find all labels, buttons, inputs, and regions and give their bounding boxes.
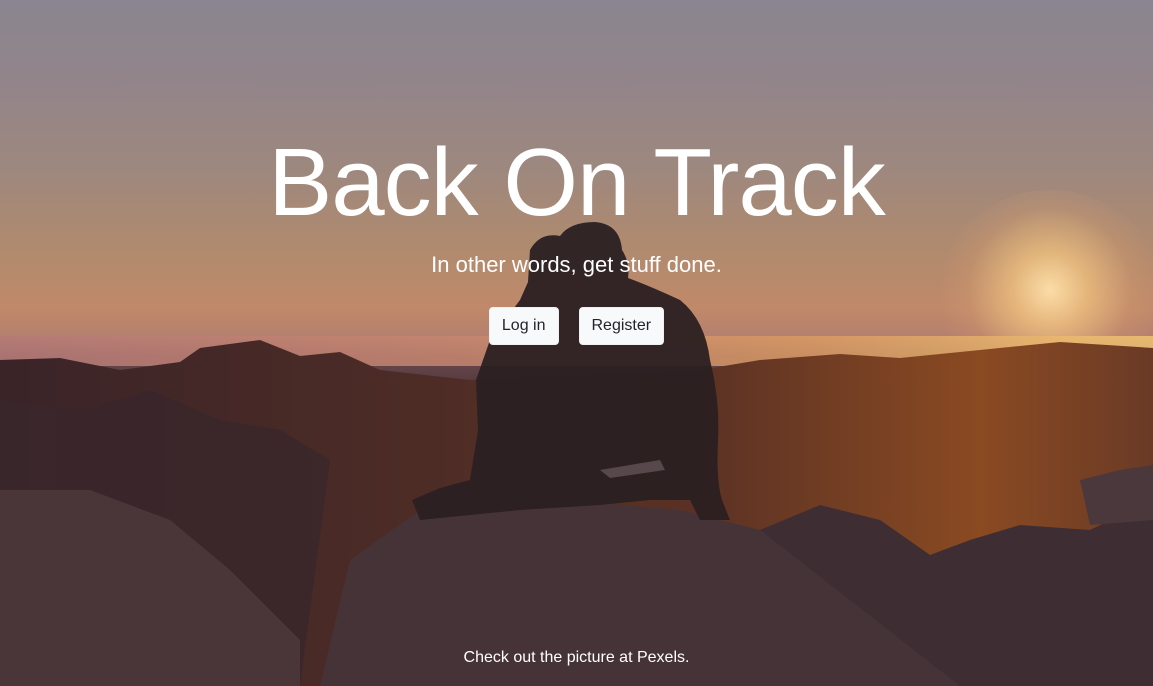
photo-credit: Check out the picture at Pexels.: [0, 648, 1153, 668]
page-title: Back On Track: [268, 129, 886, 236]
photo-credit-suffix: .: [685, 649, 690, 666]
photo-credit-prefix: Check out the picture at: [463, 649, 637, 666]
hero-content: Back On Track In other words, get stuff …: [0, 0, 1153, 686]
login-button[interactable]: Log in: [488, 307, 559, 345]
hero-section: Back On Track In other words, get stuff …: [0, 0, 1153, 686]
pexels-link[interactable]: Pexels: [637, 649, 685, 666]
page-subtitle: In other words, get stuff done.: [431, 252, 722, 277]
action-buttons: Log in Register: [0, 307, 1153, 345]
register-button[interactable]: Register: [578, 307, 665, 345]
